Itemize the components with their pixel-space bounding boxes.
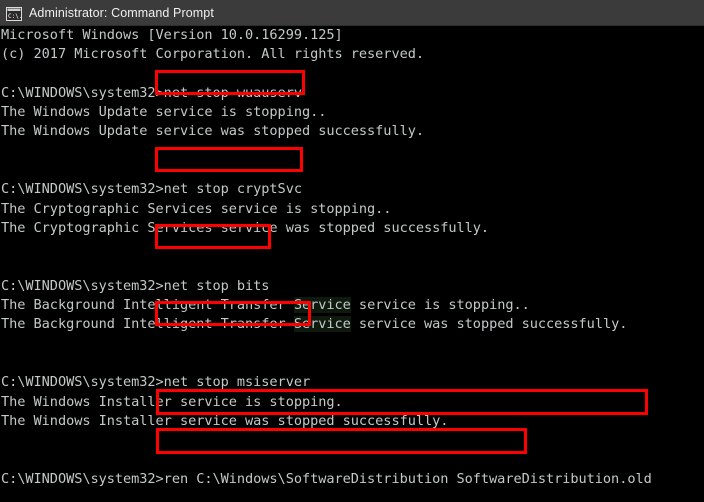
console-line-banner: Microsoft Windows [Version 10.0.16299.12… — [1, 27, 343, 43]
command-prompt-window: C:\. Administrator: Command Prompt Micro… — [0, 0, 704, 502]
console-line-command: C:\WINDOWS\system32>net stop bits — [1, 277, 270, 294]
console-window-icon: C:\. — [6, 6, 22, 21]
ghost-highlight: Service — [293, 297, 351, 314]
console-line-list: Microsoft Windows [Version 10.0.16299.12… — [1, 26, 652, 502]
console-line-output: The Background Intelligent Transfer Serv… — [1, 316, 628, 333]
console-line-output: The Windows Installer service was stoppe… — [1, 412, 449, 429]
console-line-output: The Cryptographic Services service was s… — [1, 219, 490, 236]
console-line-command: C:\WINDOWS\system32>net stop wuauserv — [1, 84, 302, 101]
console-output-area[interactable]: Microsoft Windows [Version 10.0.16299.12… — [0, 26, 704, 502]
console-line-command: C:\WINDOWS\system32>net stop cryptSvc — [1, 181, 302, 198]
svg-text:C:\.: C:\. — [8, 13, 22, 20]
window-title: Administrator: Command Prompt — [29, 5, 214, 20]
console-line-command: C:\WINDOWS\system32>net stop msiserver — [1, 374, 311, 391]
console-line-banner: (c) 2017 Microsoft Corporation. All righ… — [1, 46, 424, 63]
console-line-output: The Windows Installer service is stoppin… — [1, 393, 343, 410]
console-line-output: The Windows Update service is stopping.. — [1, 104, 327, 121]
console-line-command: C:\WINDOWS\system32>ren C:\Windows\Softw… — [1, 470, 652, 487]
console-line-output: The Cryptographic Services service is st… — [1, 200, 392, 217]
window-titlebar[interactable]: C:\. Administrator: Command Prompt — [0, 0, 704, 26]
console-line-output: The Background Intelligent Transfer Serv… — [1, 297, 530, 314]
ghost-highlight: Service — [293, 316, 351, 333]
console-line-output: The Windows Update service was stopped s… — [1, 123, 424, 140]
